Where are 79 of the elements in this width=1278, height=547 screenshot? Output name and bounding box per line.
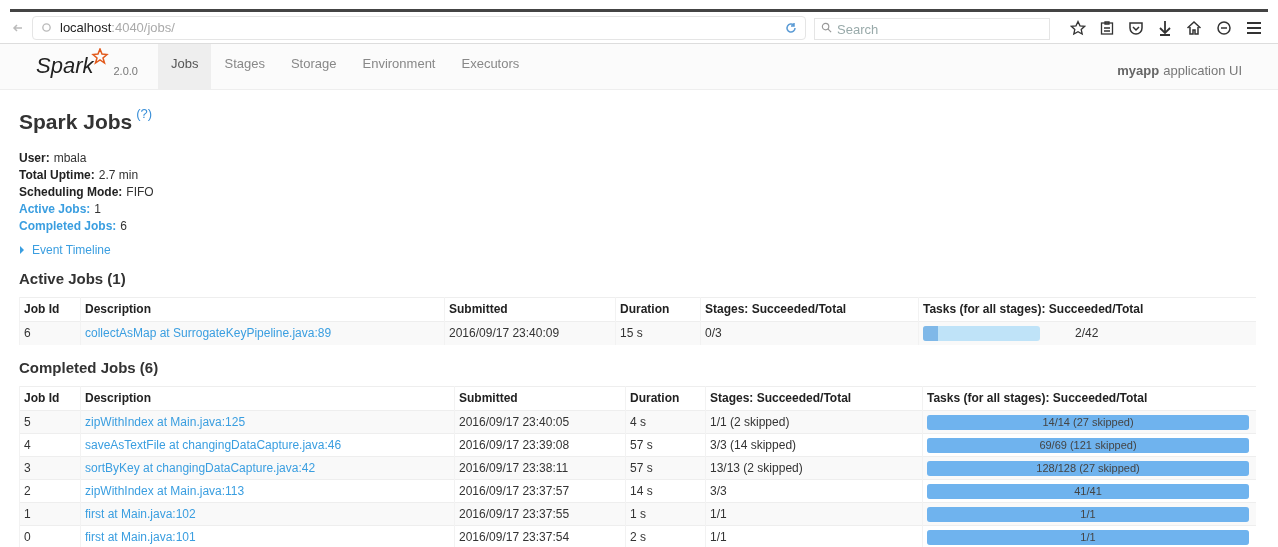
duration: 2 s xyxy=(630,530,646,545)
task-count: 41/41 xyxy=(1074,483,1102,499)
column-header[interactable]: Submitted xyxy=(459,391,518,405)
submitted-time: 2016/09/17 23:40:05 xyxy=(459,415,570,429)
job-id: 1 xyxy=(24,507,31,521)
stages-count: 0/3 xyxy=(705,326,722,341)
refresh-icon[interactable] xyxy=(785,21,797,34)
search-icon xyxy=(821,21,832,33)
job-id: 4 xyxy=(24,438,31,452)
section-title: Active Jobs (1) xyxy=(19,268,127,289)
summary-label: User: xyxy=(19,149,50,167)
clipboard-icon[interactable] xyxy=(1100,19,1114,36)
help-link[interactable]: (?) xyxy=(136,104,153,124)
stages-count: 3/3 xyxy=(710,484,727,498)
summary-value: FIFO xyxy=(126,183,154,201)
page-title: Spark Jobs xyxy=(19,109,133,135)
nav-tab[interactable]: Storage xyxy=(277,44,350,89)
submitted-time: 2016/09/17 23:37:55 xyxy=(459,507,570,521)
spark-logo[interactable]: Spark xyxy=(36,55,94,77)
summary-label: Total Uptime: xyxy=(19,166,95,184)
column-header[interactable]: Tasks (for all stages): Succeeded/Total xyxy=(927,391,1148,405)
column-header[interactable]: Stages: Succeeded/Total xyxy=(705,302,847,316)
summary-label: Scheduling Mode: xyxy=(19,183,123,201)
column-header[interactable]: Description xyxy=(85,391,151,405)
summary-value: 6 xyxy=(120,217,128,235)
submitted-time: 2016/09/17 23:37:54 xyxy=(459,530,570,545)
task-count: 1/1 xyxy=(1080,506,1096,522)
duration: 57 s xyxy=(630,438,653,452)
section-title: Completed Jobs (6) xyxy=(19,357,160,378)
stages-count: 3/3 (14 skipped) xyxy=(710,438,797,452)
duration: 14 s xyxy=(630,484,653,498)
app-name: myapp xyxy=(1117,61,1160,80)
stages-count: 1/1 xyxy=(710,530,727,545)
submitted-time: 2016/09/17 23:38:11 xyxy=(459,461,569,475)
job-id: 3 xyxy=(24,461,31,475)
summary-value: mbala xyxy=(53,149,87,167)
duration: 57 s xyxy=(630,461,653,475)
column-header[interactable]: Duration xyxy=(630,391,680,405)
nav-tab[interactable]: Executors xyxy=(448,44,533,89)
column-header[interactable]: Description xyxy=(85,302,151,316)
stages-count: 1/1 (2 skipped) xyxy=(710,415,790,429)
column-header[interactable]: Tasks (for all stages): Succeeded/Total xyxy=(923,302,1144,316)
job-id: 0 xyxy=(24,530,31,545)
nav-tab[interactable]: Environment xyxy=(349,44,449,89)
search-field[interactable]: Search xyxy=(814,18,1050,40)
column-header[interactable]: Job Id xyxy=(24,302,60,316)
address-field[interactable]: localhost:4040/jobs/ xyxy=(32,15,806,40)
task-count: 1/1 xyxy=(1080,530,1096,545)
task-count: 14/14 (27 skipped) xyxy=(1042,414,1134,430)
column-header[interactable]: Stages: Succeeded/Total xyxy=(710,391,852,405)
nav-tab[interactable]: Jobs xyxy=(158,44,212,89)
expand-arrow-icon[interactable] xyxy=(19,245,25,254)
summary-value: 1 xyxy=(94,200,102,218)
menu-icon[interactable] xyxy=(1246,20,1262,35)
app-label: application UI xyxy=(1163,61,1242,80)
submitted-time: 2016/09/17 23:40:09 xyxy=(449,326,560,341)
version-label: 2.0.0 xyxy=(113,63,138,79)
task-count: 128/128 (27 skipped) xyxy=(1036,460,1140,476)
stages-count: 13/13 (2 skipped) xyxy=(710,461,803,475)
job-id: 2 xyxy=(24,484,31,498)
duration: 15 s xyxy=(620,326,643,341)
task-count: 2/42 xyxy=(1075,325,1099,343)
download-icon[interactable] xyxy=(1158,19,1172,36)
duration: 4 s xyxy=(630,415,646,429)
nav-tab[interactable]: Stages xyxy=(211,44,278,89)
duration: 1 s xyxy=(630,507,646,521)
stages-count: 1/1 xyxy=(710,507,727,521)
pocket-icon[interactable] xyxy=(1128,20,1144,35)
star-icon[interactable] xyxy=(1070,19,1086,36)
job-id: 6 xyxy=(24,326,31,341)
job-id: 5 xyxy=(24,415,31,429)
task-count: 69/69 (121 skipped) xyxy=(1039,437,1137,453)
submitted-time: 2016/09/17 23:39:08 xyxy=(459,438,570,452)
summary-value: 2.7 min xyxy=(98,166,139,184)
column-header[interactable]: Job Id xyxy=(24,391,60,405)
submitted-time: 2016/09/17 23:37:57 xyxy=(459,484,570,498)
home-icon[interactable] xyxy=(1186,20,1202,35)
column-header[interactable]: Submitted xyxy=(449,302,508,316)
column-header[interactable]: Duration xyxy=(620,302,670,316)
